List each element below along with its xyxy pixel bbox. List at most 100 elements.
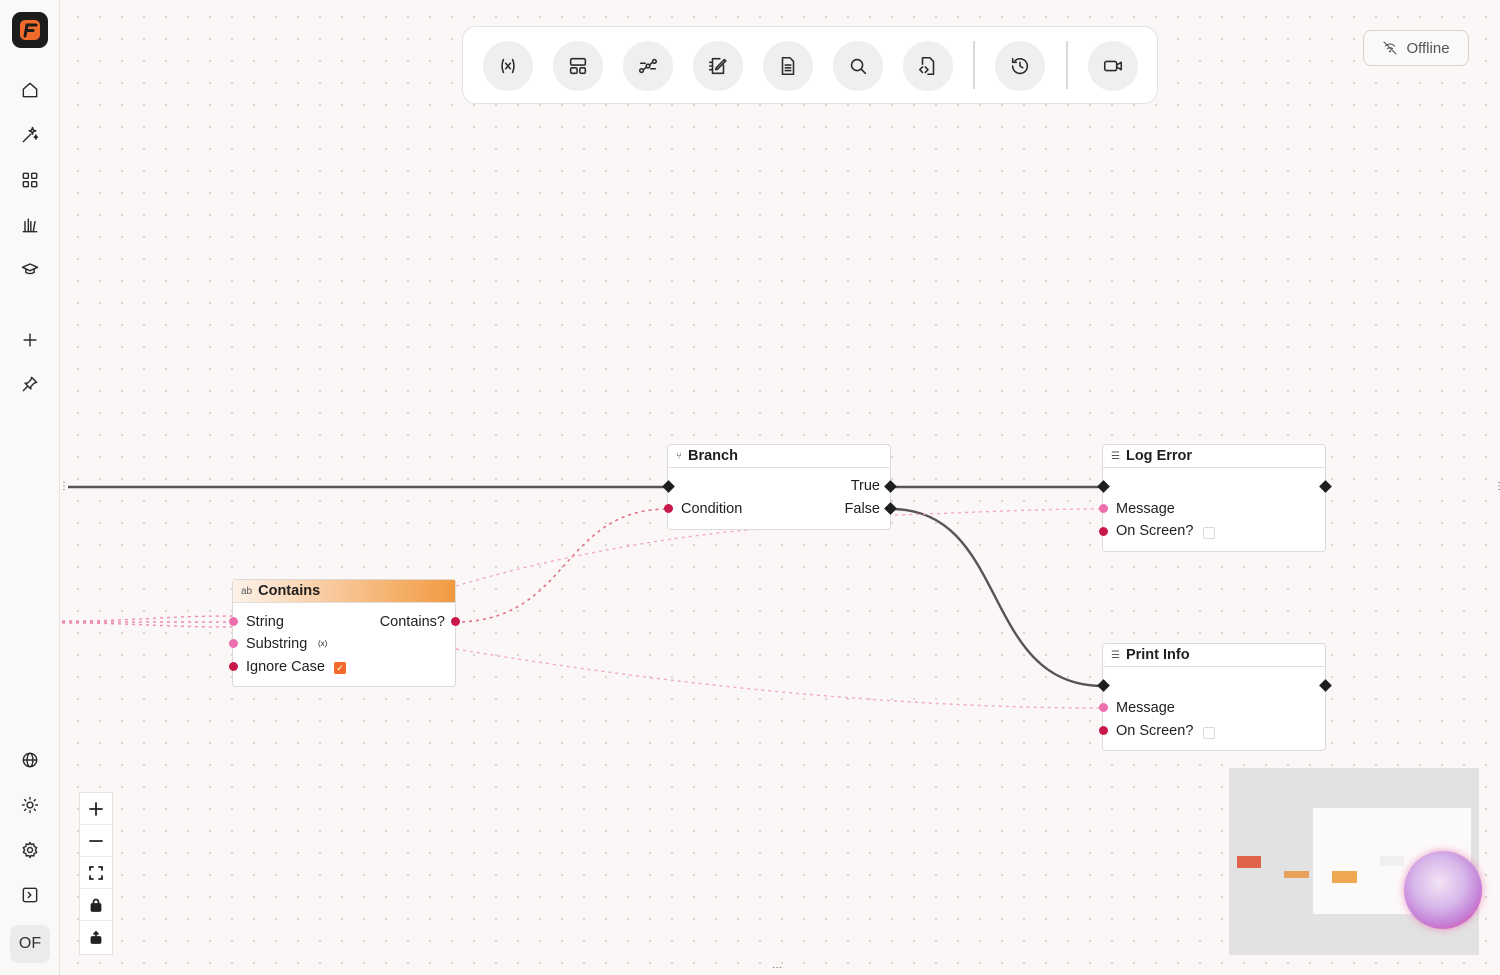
sparkles-icon — [22, 126, 39, 143]
branch-node[interactable]: ⑂ Branch True Condition False — [667, 444, 891, 530]
branch-icon: ⑂ — [676, 450, 682, 462]
document-button[interactable] — [763, 41, 813, 91]
sun-icon — [21, 796, 39, 814]
fit-view-icon — [89, 865, 103, 880]
log-error-message-pin[interactable] — [1099, 504, 1108, 513]
sidebar-item-sparkles[interactable] — [12, 117, 48, 153]
variable-icon: (x) — [318, 639, 328, 648]
print-info-message-pin[interactable] — [1099, 703, 1108, 712]
contains-string-label: String — [246, 614, 284, 630]
edit-notes-button[interactable] — [693, 41, 743, 91]
minimap-node — [1332, 871, 1357, 883]
log-error-node[interactable]: ☰ Log Error Message On Screen? — [1102, 444, 1326, 552]
left-drag-handle[interactable]: ⋮ — [59, 481, 69, 492]
log-error-node-header[interactable]: ☰ Log Error — [1103, 445, 1325, 468]
app-logo[interactable] — [12, 12, 48, 48]
lock-button[interactable] — [80, 889, 112, 921]
pin-icon — [22, 376, 38, 392]
sidebar: OF — [0, 0, 60, 975]
fit-view-button[interactable] — [80, 857, 112, 889]
print-info-on-screen-checkbox[interactable] — [1203, 727, 1215, 739]
log-error-message-label: Message — [1116, 501, 1175, 517]
contains-substring-pin[interactable] — [229, 639, 238, 648]
record-video-button[interactable] — [1088, 41, 1138, 91]
contains-string-pin[interactable] — [229, 617, 238, 626]
contains-output-pin[interactable] — [451, 617, 460, 626]
minimap-node — [1380, 856, 1404, 866]
log-error-on-screen-pin[interactable] — [1099, 527, 1108, 536]
graduation-cap-icon — [21, 263, 39, 275]
library-icon — [22, 218, 38, 233]
unlock-button[interactable] — [80, 921, 112, 953]
wifi-off-icon — [1383, 41, 1397, 55]
branch-node-header[interactable]: ⑂ Branch — [668, 445, 890, 468]
log-icon: ☰ — [1111, 450, 1120, 462]
right-drag-handle[interactable]: ⋮ — [1494, 481, 1500, 492]
connect-button[interactable] — [623, 41, 673, 91]
print-icon: ☰ — [1111, 649, 1120, 661]
sidebar-item-theme[interactable] — [12, 787, 48, 823]
sidebar-item-pin[interactable] — [12, 366, 48, 402]
zoom-in-button[interactable] — [80, 793, 112, 825]
assistant-orb-button[interactable] — [1404, 851, 1482, 929]
sidebar-item-language[interactable] — [12, 742, 48, 778]
toolbar-separator — [973, 41, 975, 89]
print-info-message-label: Message — [1116, 700, 1175, 716]
sidebar-item-add[interactable] — [12, 322, 48, 358]
canvas-toolbar — [462, 26, 1158, 104]
contains-node-header[interactable]: ab Contains — [233, 580, 455, 603]
record-video-icon — [1103, 60, 1123, 72]
variables-icon — [501, 58, 515, 74]
zoom-in-icon — [89, 801, 103, 816]
home-icon — [22, 82, 38, 98]
search-button[interactable] — [833, 41, 883, 91]
contains-ignore-case-checkbox[interactable]: ✓ — [334, 662, 346, 674]
branch-false-label: False — [844, 501, 880, 517]
lock-icon — [90, 898, 102, 912]
sidebar-item-settings[interactable] — [12, 832, 48, 868]
sidebar-toggle-icon — [22, 887, 38, 903]
gear-icon — [22, 841, 38, 859]
logo-icon — [20, 20, 40, 40]
minimap-node — [1284, 871, 1309, 878]
document-icon — [781, 56, 795, 76]
offline-label: Offline — [1406, 39, 1450, 57]
unlock-icon — [90, 930, 102, 944]
bottom-drag-handle[interactable]: ··· — [772, 962, 782, 973]
zoom-controls — [79, 792, 113, 955]
contains-ignore-case-pin[interactable] — [229, 662, 238, 671]
zoom-out-button[interactable] — [80, 825, 112, 857]
variables-button[interactable] — [483, 41, 533, 91]
toolbar-separator — [1066, 41, 1068, 89]
print-info-node-header[interactable]: ☰ Print Info — [1103, 644, 1325, 667]
search-icon — [850, 58, 867, 75]
contains-node[interactable]: ab Contains String Contains? Substring (… — [232, 579, 456, 687]
code-file-button[interactable] — [903, 41, 953, 91]
layout-button[interactable] — [553, 41, 603, 91]
print-info-node-title: Print Info — [1125, 647, 1190, 663]
sidebar-item-learn[interactable] — [12, 251, 48, 287]
sidebar-item-apps[interactable] — [12, 162, 48, 198]
offline-status-button[interactable]: Offline — [1363, 30, 1469, 66]
contains-ignore-case-label: Ignore Case — [246, 659, 325, 675]
log-error-node-title: Log Error — [1125, 448, 1193, 464]
sidebar-item-library[interactable] — [12, 207, 48, 243]
print-info-on-screen-pin[interactable] — [1099, 726, 1108, 735]
sidebar-item-collapse[interactable] — [12, 877, 48, 913]
minimap-node — [1237, 856, 1261, 868]
log-error-on-screen-checkbox[interactable] — [1203, 527, 1215, 539]
history-icon — [1011, 57, 1029, 75]
log-error-on-screen-label: On Screen? — [1116, 523, 1194, 539]
grid-icon — [22, 172, 38, 188]
branch-condition-pin[interactable] — [664, 504, 673, 513]
user-avatar[interactable]: OF — [10, 925, 50, 963]
print-info-node[interactable]: ☰ Print Info Message On Screen? — [1102, 643, 1326, 751]
text-icon: ab — [241, 585, 253, 597]
print-info-on-screen-label: On Screen? — [1116, 723, 1194, 739]
contains-substring-label: Substring — [246, 636, 308, 652]
history-button[interactable] — [995, 41, 1045, 91]
layout-icon — [569, 57, 587, 75]
sidebar-item-home[interactable] — [12, 72, 48, 108]
edit-notes-icon — [708, 57, 727, 75]
branch-condition-label: Condition — [681, 501, 743, 517]
